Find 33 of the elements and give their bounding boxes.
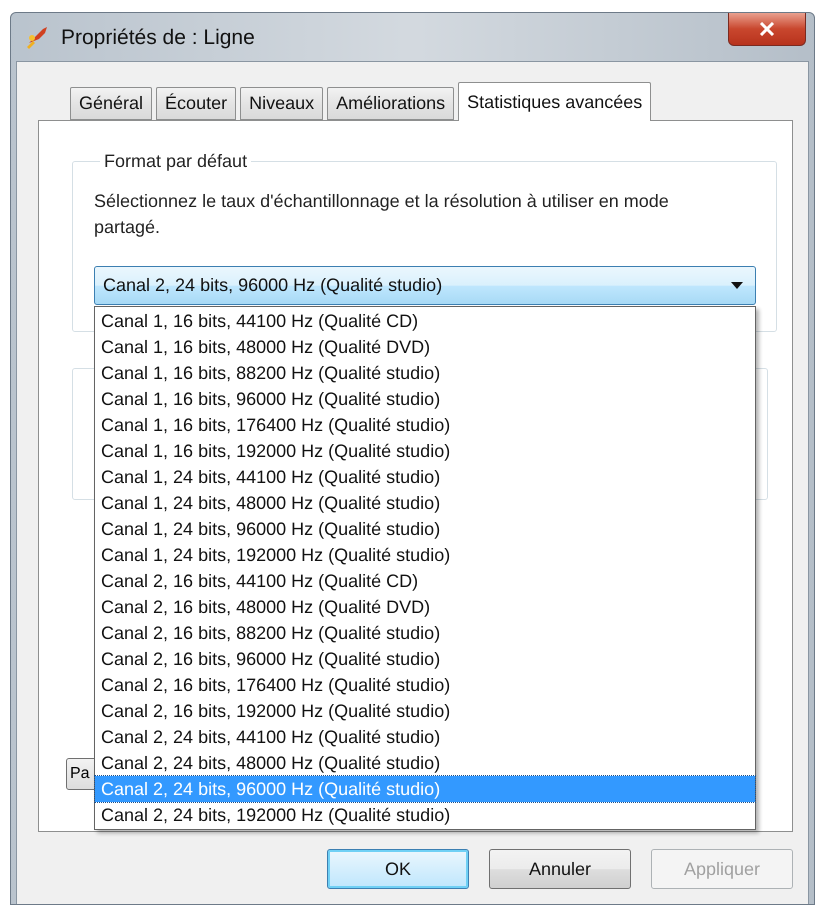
dropdown-option[interactable]: Canal 1, 16 bits, 176400 Hz (Qualité studio) xyxy=(95,412,755,438)
dropdown-option[interactable]: Canal 1, 24 bits, 44100 Hz (Qualité studio) xyxy=(95,464,755,490)
dropdown-option[interactable]: Canal 2, 16 bits, 176400 Hz (Qualité studio) xyxy=(95,672,755,698)
tab[interactable]: Général xyxy=(70,87,152,120)
close-icon xyxy=(759,22,775,36)
dropdown-option[interactable]: Canal 2, 16 bits, 48000 Hz (Qualité DVD) xyxy=(95,594,755,620)
group-label: Format par défaut xyxy=(103,151,248,172)
dialog-button[interactable]: Annuler xyxy=(489,849,631,889)
dropdown-option[interactable]: Canal 1, 16 bits, 48000 Hz (Qualité DVD) xyxy=(95,334,755,360)
tab[interactable]: Statistiques avancées xyxy=(458,82,652,121)
close-button[interactable] xyxy=(728,13,806,46)
dropdown-option[interactable]: Canal 2, 24 bits, 192000 Hz (Qualité studio) xyxy=(95,802,755,828)
dropdown-option[interactable]: Canal 1, 16 bits, 44100 Hz (Qualité CD) xyxy=(95,308,755,334)
dropdown-option[interactable]: Canal 2, 24 bits, 44100 Hz (Qualité studio) xyxy=(95,724,755,750)
tab[interactable]: Niveaux xyxy=(240,87,324,120)
dropdown-option[interactable]: Canal 1, 16 bits, 192000 Hz (Qualité studio) xyxy=(95,438,755,464)
tab[interactable]: Améliorations xyxy=(327,87,454,120)
dropdown-option[interactable]: Canal 1, 16 bits, 96000 Hz (Qualité studio) xyxy=(95,386,755,412)
dropdown-option[interactable]: Canal 1, 24 bits, 48000 Hz (Qualité studio) xyxy=(95,490,755,516)
dropdown-option[interactable]: Canal 2, 16 bits, 192000 Hz (Qualité studio) xyxy=(95,698,755,724)
caret-icon xyxy=(731,282,743,289)
dropdown-option[interactable]: Canal 1, 24 bits, 192000 Hz (Qualité studio) xyxy=(95,542,755,568)
dropdown-option[interactable]: Canal 2, 16 bits, 88200 Hz (Qualité studio) xyxy=(95,620,755,646)
dialog-button[interactable]: OK xyxy=(327,849,469,889)
format-dropdown[interactable]: Canal 2, 24 bits, 96000 Hz (Qualité studio) xyxy=(94,266,756,305)
dropdown-option[interactable]: Canal 2, 16 bits, 96000 Hz (Qualité studio) xyxy=(95,646,755,672)
dropdown-option[interactable]: Canal 2, 24 bits, 48000 Hz (Qualité studio) xyxy=(95,750,755,776)
dropdown-option[interactable]: Canal 1, 24 bits, 96000 Hz (Qualité studio) xyxy=(95,516,755,542)
description-text: Sélectionnez le taux d'échantillonnage et la résolution à utiliser en mode partagé. xyxy=(94,190,670,239)
tab[interactable]: Écouter xyxy=(156,87,236,120)
dropdown-option[interactable]: Canal 2, 16 bits, 44100 Hz (Qualité CD) xyxy=(95,568,755,594)
dropdown-option[interactable]: Canal 1, 16 bits, 88200 Hz (Qualité studio) xyxy=(95,360,755,386)
window-title: Propriétés de : Ligne xyxy=(61,26,255,50)
